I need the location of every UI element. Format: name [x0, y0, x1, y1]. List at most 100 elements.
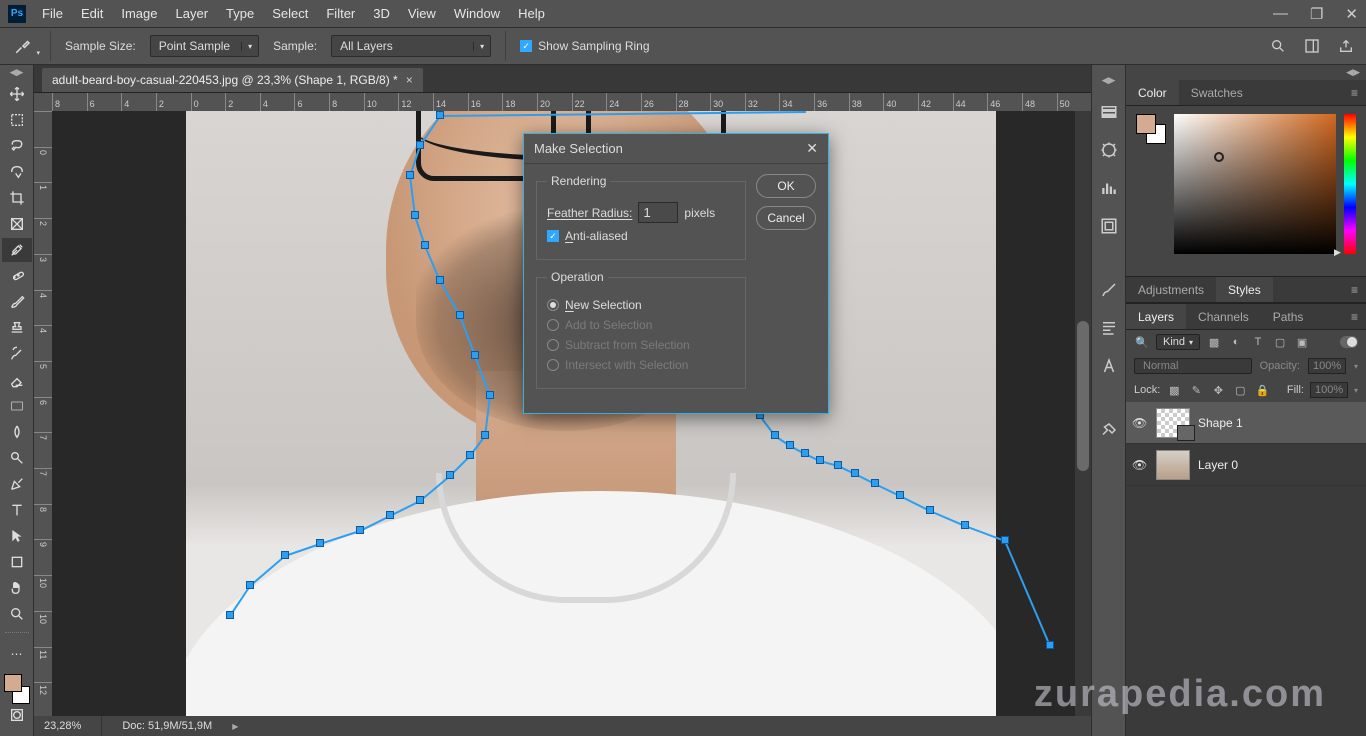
visibility-eye-icon[interactable]: 👁: [1132, 416, 1148, 430]
path-select-tool[interactable]: [2, 524, 32, 548]
lasso-tool[interactable]: [2, 134, 32, 158]
close-tab-icon[interactable]: ×: [406, 73, 413, 87]
tab-paths[interactable]: Paths: [1261, 304, 1316, 329]
menu-edit[interactable]: Edit: [81, 6, 103, 21]
show-sampling-ring-checkbox[interactable]: ✓ Show Sampling Ring: [520, 39, 649, 53]
close-icon[interactable]: ✕: [1345, 5, 1358, 23]
gradient-tool[interactable]: [2, 394, 32, 418]
quickmask-icon[interactable]: [2, 706, 32, 724]
layer-name[interactable]: Layer 0: [1198, 458, 1238, 472]
ruler-vertical[interactable]: 01234456778910101112: [34, 111, 52, 718]
filter-toggle[interactable]: [1340, 336, 1358, 348]
paragraph-icon[interactable]: [1097, 316, 1121, 340]
healing-tool[interactable]: [2, 264, 32, 288]
dodge-tool[interactable]: [2, 446, 32, 470]
new-selection-radio[interactable]: New Selection: [547, 298, 735, 312]
dialog-titlebar[interactable]: Make Selection ✕: [524, 134, 828, 164]
menu-filter[interactable]: Filter: [326, 6, 355, 21]
move-tool[interactable]: [2, 82, 32, 106]
layer-row[interactable]: 👁 Layer 0: [1126, 444, 1366, 486]
history-icon[interactable]: [1097, 100, 1121, 124]
character-icon[interactable]: [1097, 354, 1121, 378]
tab-channels[interactable]: Channels: [1186, 304, 1261, 329]
edit-toolbar-icon[interactable]: ⋯: [2, 642, 32, 666]
cancel-button[interactable]: Cancel: [756, 206, 816, 230]
menu-image[interactable]: Image: [121, 6, 157, 21]
search-icon[interactable]: [1268, 36, 1288, 56]
foreground-color-swatch[interactable]: [4, 674, 22, 692]
layer-thumbnail[interactable]: [1156, 450, 1190, 480]
ok-button[interactable]: OK: [756, 174, 816, 198]
hue-slider[interactable]: [1344, 114, 1356, 254]
tab-styles[interactable]: Styles: [1216, 277, 1273, 302]
properties-icon[interactable]: [1097, 214, 1121, 238]
lock-all-icon[interactable]: 🔒: [1254, 382, 1270, 398]
blend-mode-dropdown[interactable]: Normal: [1134, 358, 1252, 374]
ruler-horizontal[interactable]: 8642024681012141618202224262830323436384…: [52, 93, 1091, 111]
layout-icon[interactable]: [1302, 36, 1322, 56]
eyedropper-tool[interactable]: [2, 238, 32, 262]
layer-name[interactable]: Shape 1: [1198, 416, 1243, 430]
panel-menu-icon[interactable]: ≡: [1343, 86, 1366, 100]
collapse-dock-icon[interactable]: ◀▶: [1102, 75, 1116, 86]
layer-thumbnail[interactable]: [1156, 408, 1190, 438]
stamp-tool[interactable]: [2, 316, 32, 340]
lock-artboard-icon[interactable]: ▢: [1232, 382, 1248, 398]
menu-type[interactable]: Type: [226, 6, 254, 21]
color-spectrum[interactable]: [1174, 114, 1336, 254]
brushes-icon[interactable]: [1097, 278, 1121, 302]
quick-select-tool[interactable]: [2, 160, 32, 184]
histogram-icon[interactable]: [1097, 176, 1121, 200]
tab-adjustments[interactable]: Adjustments: [1126, 277, 1216, 302]
fg-swatch[interactable]: [1136, 114, 1156, 134]
navigator-icon[interactable]: [1097, 138, 1121, 162]
pen-tool[interactable]: [2, 472, 32, 496]
menu-layer[interactable]: Layer: [176, 6, 209, 21]
search-icon[interactable]: 🔍: [1134, 334, 1150, 350]
lock-transparency-icon[interactable]: ▩: [1166, 382, 1182, 398]
fill-input[interactable]: 100%: [1310, 382, 1348, 398]
vector-mask-thumb[interactable]: [1177, 425, 1195, 441]
shape-tool[interactable]: [2, 550, 32, 574]
tab-layers[interactable]: Layers: [1126, 304, 1186, 329]
layer-row[interactable]: 👁 Shape 1: [1126, 402, 1366, 444]
color-swatches[interactable]: [2, 674, 32, 704]
crop-tool[interactable]: [2, 186, 32, 210]
menu-help[interactable]: Help: [518, 6, 545, 21]
antialiased-checkbox[interactable]: ✓ Anti-aliased: [547, 229, 735, 243]
feather-input[interactable]: [638, 202, 678, 223]
document-tab[interactable]: adult-beard-boy-casual-220453.jpg @ 23,3…: [42, 68, 423, 92]
collapse-toolbox-icon[interactable]: ◀▶: [10, 67, 24, 78]
minimize-icon[interactable]: —: [1273, 5, 1288, 23]
marquee-tool[interactable]: [2, 108, 32, 132]
filter-kind-dropdown[interactable]: Kind▾: [1156, 334, 1200, 350]
history-brush-tool[interactable]: [2, 342, 32, 366]
menu-view[interactable]: View: [408, 6, 436, 21]
blur-tool[interactable]: [2, 420, 32, 444]
tab-swatches[interactable]: Swatches: [1179, 80, 1255, 105]
doc-size[interactable]: Doc: 51,9M/51,9M: [122, 720, 212, 732]
filter-smart-icon[interactable]: ▣: [1294, 334, 1310, 350]
panel-menu-icon[interactable]: ≡: [1343, 310, 1366, 324]
zoom-value[interactable]: 23,28%: [44, 720, 81, 732]
color-swatches[interactable]: [1136, 114, 1166, 144]
menu-select[interactable]: Select: [272, 6, 308, 21]
sample-size-dropdown[interactable]: Point Sample: [150, 35, 259, 57]
opacity-input[interactable]: 100%: [1308, 358, 1346, 374]
lock-image-icon[interactable]: ✎: [1188, 382, 1204, 398]
dialog-close-icon[interactable]: ✕: [806, 140, 818, 157]
filter-type-icon[interactable]: T: [1250, 334, 1266, 350]
filter-shape-icon[interactable]: ▢: [1272, 334, 1288, 350]
ruler-origin[interactable]: [34, 93, 52, 111]
visibility-eye-icon[interactable]: 👁: [1132, 458, 1148, 472]
share-icon[interactable]: [1336, 36, 1356, 56]
menu-3d[interactable]: 3D: [373, 6, 390, 21]
menu-window[interactable]: Window: [454, 6, 500, 21]
filter-adjust-icon[interactable]: ◐: [1228, 334, 1244, 350]
restore-icon[interactable]: ❐: [1310, 5, 1323, 23]
eraser-tool[interactable]: [2, 368, 32, 392]
lock-position-icon[interactable]: ✥: [1210, 382, 1226, 398]
tool-presets-icon[interactable]: [1097, 418, 1121, 442]
tab-color[interactable]: Color: [1126, 80, 1179, 105]
filter-pixel-icon[interactable]: ▩: [1206, 334, 1222, 350]
